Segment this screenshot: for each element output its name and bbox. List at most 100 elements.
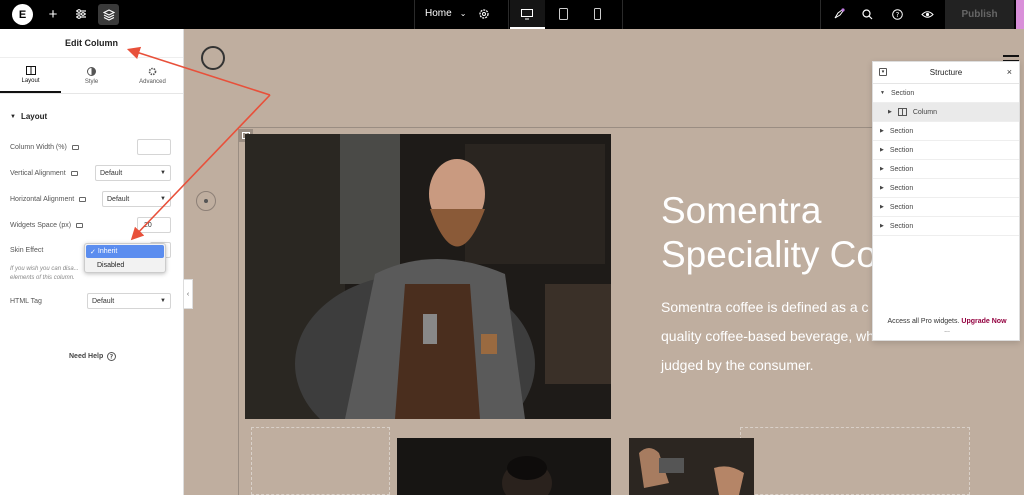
structure-item-section[interactable]: ▶ Section	[873, 198, 1019, 217]
upgrade-now-link[interactable]: Upgrade Now	[961, 318, 1006, 325]
structure-item-section[interactable]: ▶ Section	[873, 141, 1019, 160]
select-value: Default	[107, 195, 130, 203]
barista-photo-2[interactable]	[397, 438, 611, 495]
structure-item-section[interactable]: ▼ Section	[873, 84, 1019, 103]
page-selector[interactable]: Home ⌄	[425, 8, 466, 19]
section-toggle-layout[interactable]: ▼ Layout	[0, 94, 183, 121]
photo-image	[639, 448, 744, 495]
structure-button[interactable]	[98, 4, 119, 25]
caret-right-icon: ▶	[880, 185, 884, 191]
dropdown-option-disabled[interactable]: Disabled	[85, 259, 165, 272]
field-label: Vertical Alignment	[10, 170, 66, 177]
html-tag-label-row: HTML Tag	[10, 298, 42, 305]
search-icon	[861, 8, 872, 19]
dropdown-option-inherit[interactable]: ✓ Inherit	[86, 245, 164, 258]
help-button[interactable]: ?	[890, 7, 904, 21]
add-element-button[interactable]: +	[44, 5, 62, 23]
widgets-space-input[interactable]: 20	[137, 217, 171, 233]
empty-column-placeholder[interactable]	[740, 427, 970, 495]
tab-advanced[interactable]: Advanced	[122, 58, 183, 93]
option-label: Disabled	[97, 262, 125, 269]
site-logo[interactable]	[201, 46, 225, 70]
divider	[820, 0, 821, 29]
desktop-icon	[71, 145, 79, 150]
desktop-icon	[79, 197, 87, 202]
field-label: Widgets Space (px)	[10, 222, 72, 229]
skin-effect-hint: If you wish you can disa... elements of …	[10, 266, 79, 281]
horizontal-alignment-select[interactable]: Default ▼	[102, 191, 171, 207]
mobile-device-tab[interactable]	[590, 7, 604, 21]
navigator-dot[interactable]	[196, 191, 216, 211]
gear-icon	[148, 67, 157, 75]
desktop-icon	[76, 223, 84, 228]
structure-item-label: Section	[889, 222, 914, 230]
structure-item-section[interactable]: ▶ Section	[873, 122, 1019, 141]
column-width-label-row: Column Width (%)	[10, 144, 79, 151]
structure-title: Structure	[929, 68, 963, 77]
chevron-down-icon: ⌄	[459, 9, 467, 18]
structure-item-label: Section	[889, 184, 914, 192]
publish-button[interactable]: Publish	[945, 0, 1014, 29]
preview-button[interactable]	[919, 7, 935, 21]
hero-line: Somentra coffee is defined as a c	[661, 299, 869, 315]
column-width-input[interactable]	[137, 139, 171, 155]
accent-strip	[1016, 0, 1024, 29]
resize-handle[interactable]: ...	[873, 327, 1021, 334]
structure-item-section[interactable]: ▶ Section	[873, 217, 1019, 236]
vertical-alignment-select[interactable]: Default ▼	[95, 165, 171, 181]
structure-item-label: Section	[889, 127, 914, 135]
widgets-space-label-row: Widgets Space (px)	[10, 222, 84, 229]
collapse-panel-button[interactable]: ‹	[183, 279, 193, 309]
check-icon: ✓	[90, 248, 96, 256]
hero-line: quality coffee-based beverage, wh	[661, 328, 874, 344]
structure-item-section[interactable]: ▶ Section	[873, 160, 1019, 179]
collapse-icon[interactable]: ▾	[879, 68, 887, 76]
structure-header: ▾ Structure ×	[873, 62, 1019, 84]
barista-photo[interactable]	[245, 134, 611, 419]
structure-item-label: Column	[912, 108, 937, 116]
caret-right-icon: ▶	[880, 147, 884, 153]
column-icon	[897, 108, 907, 116]
tab-style[interactable]: Style	[61, 58, 122, 93]
elementor-logo-icon[interactable]: E	[12, 4, 33, 25]
pro-upsell: Access all Pro widgets. Upgrade Now ...	[873, 318, 1021, 334]
desktop-icon	[70, 171, 78, 176]
ai-notes-button[interactable]	[832, 7, 846, 21]
structure-item-label: Section	[890, 89, 915, 97]
empty-column-placeholder[interactable]	[251, 427, 390, 495]
vertical-alignment-label-row: Vertical Alignment	[10, 170, 78, 177]
hero-line: judged by the consumer.	[661, 357, 814, 373]
tab-layout[interactable]: Layout	[0, 58, 61, 93]
structure-item-column[interactable]: ▶ Column	[873, 103, 1019, 122]
svg-text:?: ?	[895, 11, 899, 19]
caret-right-icon: ▶	[880, 223, 884, 229]
mobile-icon	[593, 8, 601, 20]
pro-upsell-text: Access all Pro widgets.	[887, 318, 960, 325]
need-help-label: Need Help	[69, 353, 104, 360]
need-help-link[interactable]: Need Help ?	[69, 352, 117, 361]
structure-item-section[interactable]: ▶ Section	[873, 179, 1019, 198]
structure-item-label: Section	[889, 165, 914, 173]
tab-label: Advanced	[139, 78, 166, 85]
site-settings-button[interactable]	[72, 5, 90, 23]
help-circle-icon: ?	[107, 352, 117, 361]
caret-right-icon: ▶	[880, 166, 884, 172]
select-value: Default	[92, 297, 115, 305]
page-settings-button[interactable]	[477, 7, 491, 21]
barista-image	[245, 134, 611, 419]
coffee-photo[interactable]	[629, 438, 754, 495]
help-circle-icon: ?	[891, 8, 903, 20]
photo-image	[502, 456, 552, 495]
sliders-icon	[76, 9, 86, 19]
close-icon[interactable]: ×	[1007, 67, 1012, 77]
search-button[interactable]	[860, 7, 874, 21]
hero-paragraph: Somentra coffee is defined as a c qualit…	[661, 293, 886, 380]
option-label: Inherit	[97, 248, 118, 255]
html-tag-select[interactable]: Default ▼	[87, 293, 171, 309]
caret-right-icon: ▶	[880, 128, 884, 134]
tablet-device-tab[interactable]	[556, 7, 570, 21]
eye-icon	[920, 10, 934, 18]
top-bar: E + Home ⌄ ? Publish	[0, 0, 1024, 29]
panel-title: Edit Column	[0, 29, 183, 58]
desktop-icon	[520, 8, 534, 20]
